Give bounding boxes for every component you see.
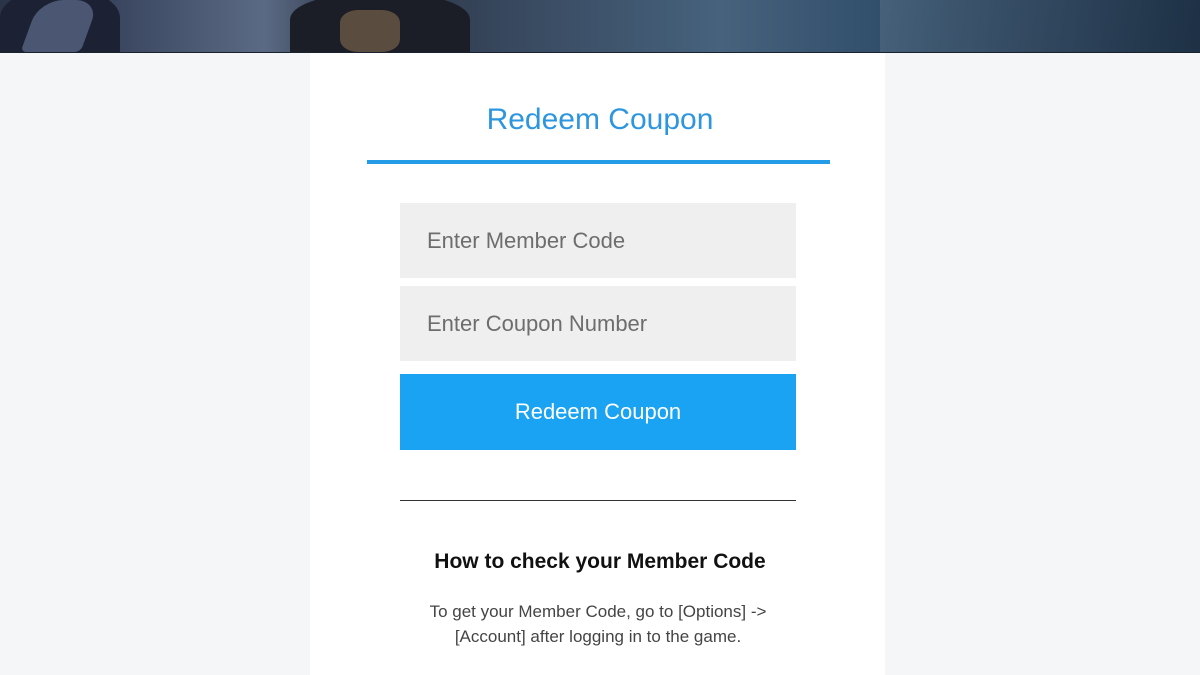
page: Redeem Coupon Redeem Coupon How to check…	[0, 0, 1200, 675]
banner-character-shape	[340, 10, 400, 52]
redeem-card	[310, 53, 885, 675]
help-text: To get your Member Code, go to [Options]…	[429, 602, 767, 646]
title-underline	[367, 160, 830, 164]
banner-background-shape	[880, 0, 1200, 52]
page-title: Redeem Coupon	[486, 103, 714, 136]
member-code-input[interactable]	[400, 203, 796, 278]
redeem-coupon-button[interactable]: Redeem Coupon	[400, 374, 796, 450]
divider	[400, 500, 796, 501]
header-banner-artwork	[0, 0, 1200, 53]
coupon-number-input[interactable]	[400, 286, 796, 361]
help-title: How to check your Member Code	[434, 550, 766, 573]
